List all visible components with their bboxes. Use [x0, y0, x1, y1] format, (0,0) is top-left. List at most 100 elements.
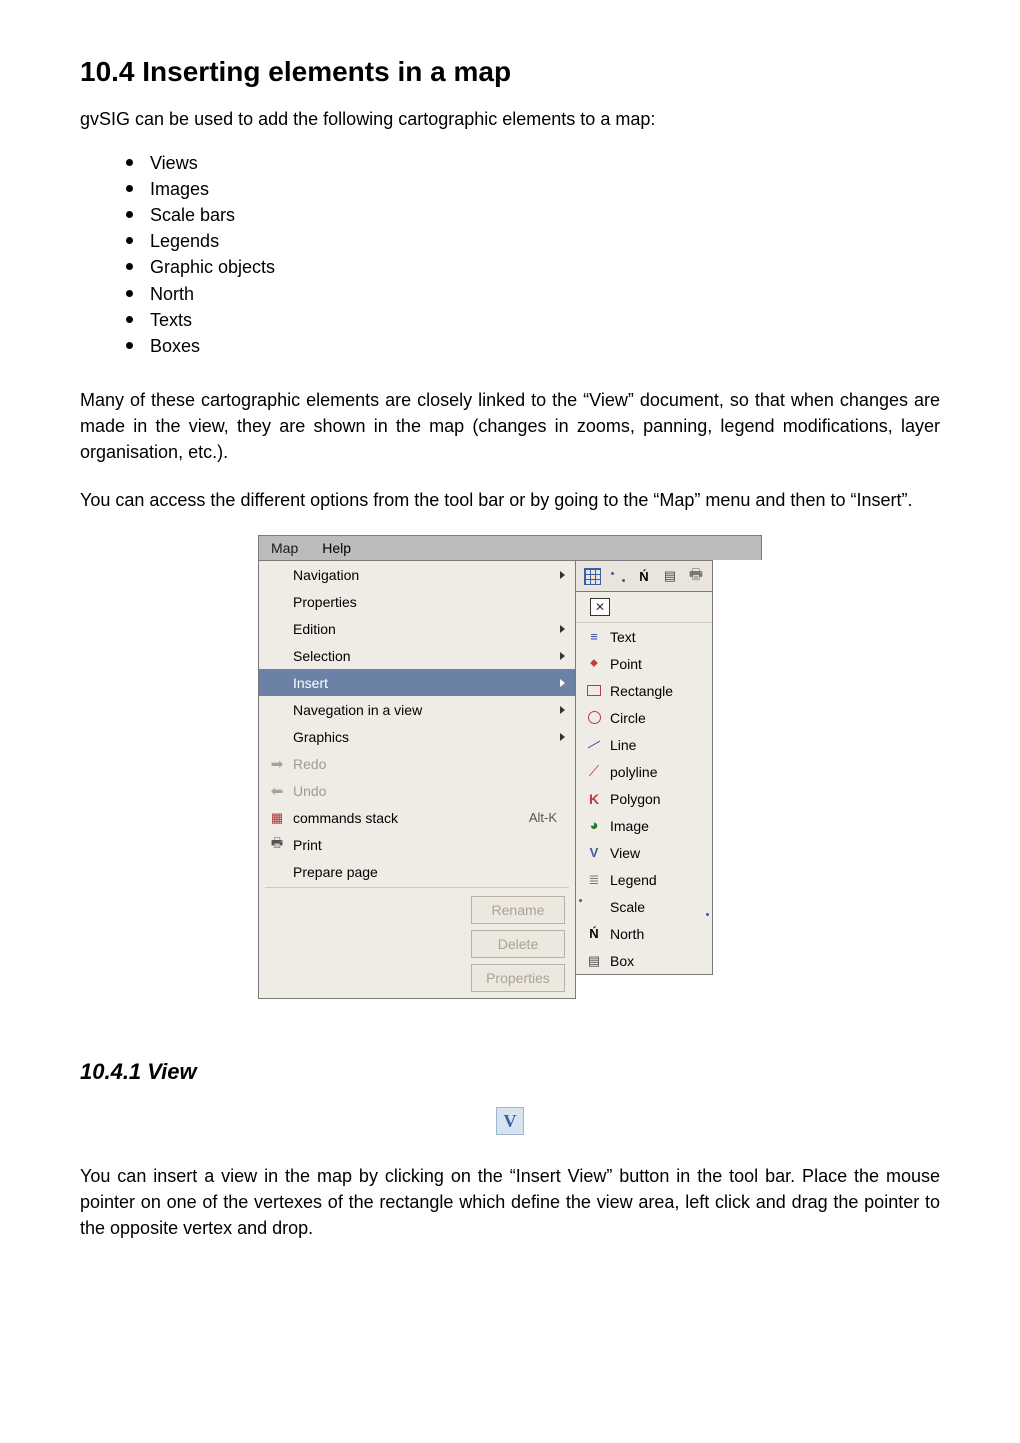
intro-paragraph: gvSIG can be used to add the following c…: [80, 106, 940, 132]
menu-label: Print: [293, 837, 565, 853]
view-tool-icon-figure: V: [80, 1107, 940, 1135]
delete-button: Delete: [471, 930, 565, 958]
menubar-item-help[interactable]: Help: [310, 536, 363, 560]
menu-item-commands-stack[interactable]: ▦ commands stack Alt-K: [259, 804, 575, 831]
menu-item-undo: ⬅ Undo: [259, 777, 575, 804]
grid-tool-icon[interactable]: [582, 566, 602, 586]
menu-label: Undo: [293, 783, 565, 799]
insert-item-north[interactable]: Ń North: [576, 920, 712, 947]
line-icon: [586, 737, 602, 753]
insert-item-rectangle[interactable]: Rectangle: [576, 677, 712, 704]
menu-item-insert[interactable]: Insert: [259, 669, 575, 696]
menu-item-graphics[interactable]: Graphics: [259, 723, 575, 750]
menubar: Map Help: [258, 535, 762, 560]
view-tool-icon: V: [496, 1107, 524, 1135]
insert-item-scale[interactable]: Scale: [576, 893, 712, 920]
menu-label: Text: [610, 629, 702, 645]
menu-accelerator: Alt-K: [529, 810, 565, 825]
menu-item-nav-in-view[interactable]: Navegation in a view: [259, 696, 575, 723]
close-icon[interactable]: ✕: [590, 598, 610, 616]
box-icon: ▤: [586, 953, 602, 969]
menu-item-print[interactable]: 🖶 Print: [259, 831, 575, 858]
blank-icon: [269, 729, 285, 745]
polygon-icon: K: [586, 791, 602, 807]
menu-label: Selection: [293, 648, 552, 664]
polyline-icon: ⟋: [586, 764, 602, 780]
menu-label: Graphics: [293, 729, 552, 745]
north-icon: Ń: [586, 926, 602, 942]
view-icon: V: [586, 845, 602, 861]
menu-label: Properties: [293, 594, 565, 610]
menu-screenshot: Map Help Navigation Properties Edition: [258, 535, 762, 999]
rectangle-icon: [586, 683, 602, 699]
undo-icon: ⬅: [269, 783, 285, 799]
redo-icon: ➡: [269, 756, 285, 772]
menu-label: polyline: [610, 764, 702, 780]
print-tool-icon[interactable]: 🖶: [686, 566, 706, 586]
menu-item-properties[interactable]: Properties: [259, 588, 575, 615]
menu-label: Redo: [293, 756, 565, 772]
list-item: Boxes: [126, 333, 940, 359]
insert-item-line[interactable]: Line: [576, 731, 712, 758]
menu-item-prepare-page[interactable]: Prepare page: [259, 858, 575, 885]
document-page: 10.4 Inserting elements in a map gvSIG c…: [0, 0, 1020, 1443]
submenu-arrow-icon: [560, 679, 565, 687]
right-column: Ń ▤ 🖶 ✕ ≡ Text ⬥: [576, 560, 713, 999]
menu-label: View: [610, 845, 702, 861]
blank-icon: [269, 621, 285, 637]
map-dropdown: Navigation Properties Edition Selection: [258, 560, 576, 999]
insert-item-point[interactable]: ⬥ Point: [576, 650, 712, 677]
list-item: North: [126, 281, 940, 307]
insert-item-box[interactable]: ▤ Box: [576, 947, 712, 974]
image-icon: ◕: [586, 818, 602, 834]
subsection-heading: 10.4.1 View: [80, 1059, 940, 1085]
scale-icon: [586, 899, 602, 915]
menu-label: Insert: [293, 675, 552, 691]
menubar-item-map[interactable]: Map: [259, 536, 310, 560]
paragraph: You can access the different options fro…: [80, 487, 940, 513]
blank-icon: [269, 567, 285, 583]
menu-label: Rectangle: [610, 683, 702, 699]
menu-label: commands stack: [293, 810, 521, 826]
menu-label: Navegation in a view: [293, 702, 552, 718]
insert-item-polyline[interactable]: ⟋ polyline: [576, 758, 712, 785]
menu-item-redo: ➡ Redo: [259, 750, 575, 777]
menu-label: Scale: [610, 899, 702, 915]
submenu-arrow-icon: [560, 571, 565, 579]
list-item: Scale bars: [126, 202, 940, 228]
circle-icon: [586, 710, 602, 726]
blank-icon: [269, 675, 285, 691]
submenu-arrow-icon: [560, 652, 565, 660]
menu-label: Legend: [610, 872, 702, 888]
menu-item-navigation[interactable]: Navigation: [259, 561, 575, 588]
scale-tool-icon[interactable]: [608, 566, 628, 586]
menu-item-selection[interactable]: Selection: [259, 642, 575, 669]
insert-item-view[interactable]: V View: [576, 839, 712, 866]
toolbar-strip: Ń ▤ 🖶: [576, 560, 713, 591]
insert-item-circle[interactable]: Circle: [576, 704, 712, 731]
point-icon: ⬥: [586, 656, 602, 672]
menus-row: Navigation Properties Edition Selection: [258, 560, 762, 999]
menu-label: Point: [610, 656, 702, 672]
insert-item-legend[interactable]: ≣ Legend: [576, 866, 712, 893]
section-heading: 10.4 Inserting elements in a map: [80, 56, 940, 88]
print-icon: 🖶: [269, 837, 285, 853]
blank-icon: [269, 702, 285, 718]
insert-item-text[interactable]: ≡ Text: [576, 623, 712, 650]
list-item: Views: [126, 150, 940, 176]
properties-button: Properties: [471, 964, 565, 992]
rename-button: Rename: [471, 896, 565, 924]
box-tool-icon[interactable]: ▤: [660, 566, 680, 586]
legend-icon: ≣: [586, 872, 602, 888]
menu-label: Prepare page: [293, 864, 565, 880]
menu-separator: [265, 887, 569, 888]
cartographic-elements-list: Views Images Scale bars Legends Graphic …: [80, 150, 940, 359]
insert-item-image[interactable]: ◕ Image: [576, 812, 712, 839]
blank-icon: [269, 864, 285, 880]
blank-icon: [269, 648, 285, 664]
menu-label: Edition: [293, 621, 552, 637]
menu-item-edition[interactable]: Edition: [259, 615, 575, 642]
north-tool-icon[interactable]: Ń: [634, 566, 654, 586]
insert-item-polygon[interactable]: K Polygon: [576, 785, 712, 812]
list-item: Images: [126, 176, 940, 202]
